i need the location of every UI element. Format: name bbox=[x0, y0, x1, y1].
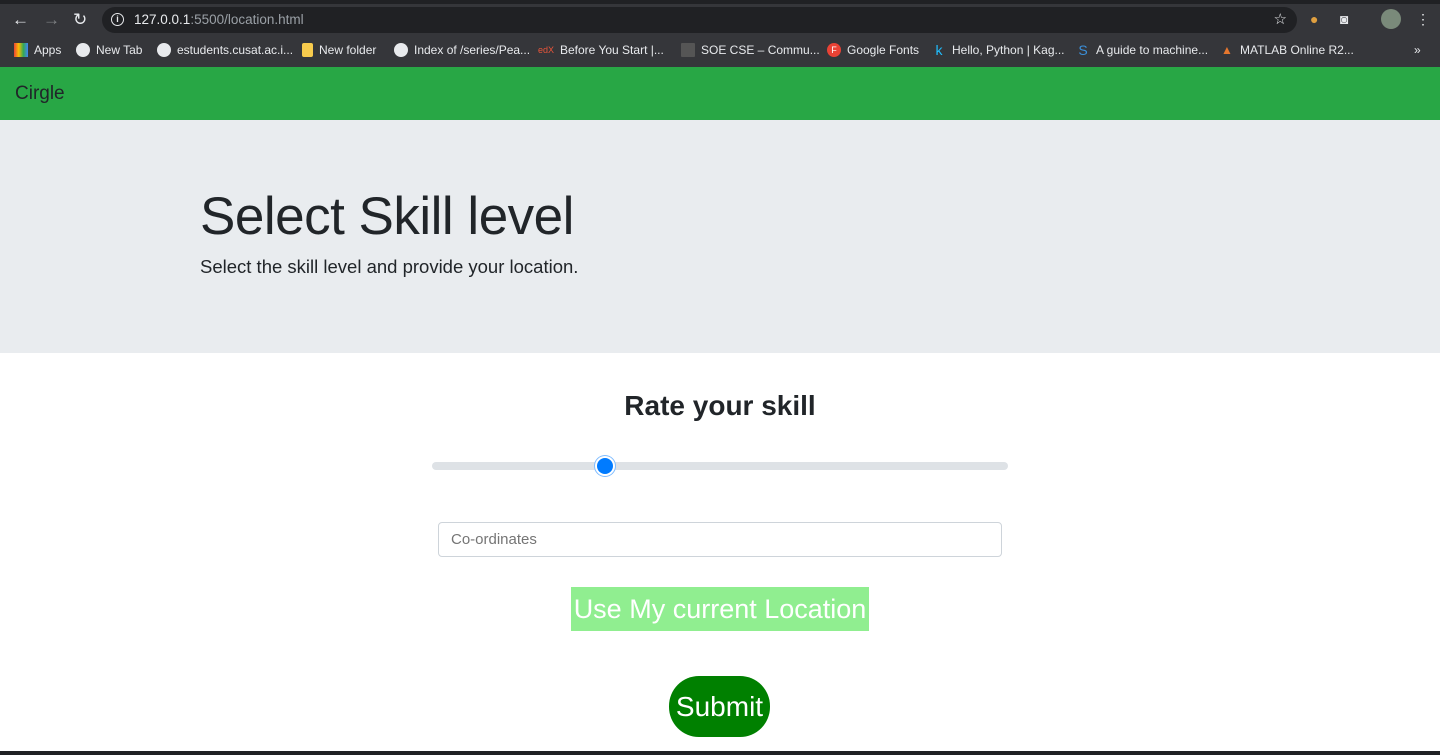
submit-button[interactable]: Submit bbox=[669, 676, 770, 737]
browser-toolbar: ← → ↻ i 127.0.0.1:5500/location.html ☆ ●… bbox=[0, 0, 1440, 38]
bookmark-label: Index of /series/Pea... bbox=[414, 43, 531, 57]
reload-icon[interactable]: ↻ bbox=[73, 10, 87, 30]
globe-icon bbox=[76, 43, 90, 57]
bookmark-guide-ml[interactable]: S A guide to machine... bbox=[1076, 43, 1208, 57]
forward-icon[interactable]: → bbox=[43, 10, 60, 30]
info-icon[interactable]: i bbox=[111, 13, 124, 26]
skill-slider[interactable] bbox=[432, 458, 1008, 474]
bookmark-label: Apps bbox=[34, 43, 62, 57]
bookmark-label: Before You Start |... bbox=[560, 43, 664, 57]
bookmarks-bar: Apps New Tab estudents.cusat.ac.i... New… bbox=[0, 38, 1440, 67]
bookmark-label: estudents.cusat.ac.i... bbox=[177, 43, 294, 57]
address-bar[interactable]: i 127.0.0.1:5500/location.html ☆ bbox=[102, 7, 1297, 33]
coordinates-input[interactable] bbox=[438, 522, 1002, 557]
site-icon bbox=[681, 43, 695, 57]
page-title: Select Skill level bbox=[200, 187, 574, 246]
use-current-location-button[interactable]: Use My current Location bbox=[571, 587, 869, 631]
bookmark-apps[interactable]: Apps bbox=[14, 43, 61, 57]
bookmark-label: SOE CSE – Commu... bbox=[701, 43, 820, 57]
bookmark-soe-cse[interactable]: SOE CSE – Commu... bbox=[681, 43, 820, 57]
bookmark-index-series[interactable]: Index of /series/Pea... bbox=[394, 43, 530, 57]
bookmark-label: New Tab bbox=[96, 43, 143, 57]
skill-slider-thumb[interactable] bbox=[596, 458, 613, 474]
camera-extension-icon[interactable]: ◙ bbox=[1340, 11, 1348, 27]
bookmark-kaggle[interactable]: k Hello, Python | Kag... bbox=[932, 43, 1065, 57]
bookmark-label: A guide to machine... bbox=[1096, 43, 1209, 57]
google-fonts-icon: F bbox=[827, 43, 841, 57]
bookmark-new-folder[interactable]: New folder bbox=[302, 43, 376, 57]
navbar: Cirgle bbox=[0, 67, 1440, 120]
globe-icon bbox=[157, 43, 171, 57]
bookmark-label: MATLAB Online R2... bbox=[1240, 43, 1354, 57]
navbar-brand[interactable]: Cirgle bbox=[15, 83, 65, 105]
folder-icon bbox=[302, 43, 313, 57]
url-path: :5500/location.html bbox=[190, 12, 304, 27]
bookmark-label: Google Fonts bbox=[847, 43, 920, 57]
bookmark-estudents[interactable]: estudents.cusat.ac.i... bbox=[157, 43, 293, 57]
jumbotron: Select Skill level Select the skill leve… bbox=[0, 120, 1440, 353]
cookie-extension-icon[interactable]: ● bbox=[1310, 11, 1318, 27]
globe-icon bbox=[394, 43, 408, 57]
bookmarks-overflow[interactable]: » bbox=[1414, 43, 1421, 57]
back-icon[interactable]: ← bbox=[12, 10, 29, 30]
site-s-icon: S bbox=[1078, 42, 1088, 58]
page-lead: Select the skill level and provide your … bbox=[200, 256, 579, 277]
menu-icon[interactable]: ⋮ bbox=[1416, 11, 1430, 28]
bookmark-google-fonts[interactable]: F Google Fonts bbox=[827, 43, 919, 57]
edx-icon: edX bbox=[538, 45, 555, 55]
rate-skill-heading: Rate your skill bbox=[624, 390, 816, 421]
bookmark-edx[interactable]: edX Before You Start |... bbox=[538, 43, 664, 57]
bookmark-matlab[interactable]: ▲ MATLAB Online R2... bbox=[1220, 43, 1354, 57]
kaggle-icon: k bbox=[935, 42, 943, 58]
apps-icon bbox=[14, 43, 28, 57]
profile-avatar[interactable] bbox=[1381, 9, 1401, 29]
bookmark-star-icon[interactable]: ☆ bbox=[1274, 7, 1287, 33]
tab-strip bbox=[0, 0, 1440, 4]
bookmark-new-tab[interactable]: New Tab bbox=[76, 43, 142, 57]
matlab-icon: ▲ bbox=[1221, 43, 1233, 57]
url-host: 127.0.0.1 bbox=[134, 12, 191, 27]
taskbar-edge bbox=[0, 751, 1440, 755]
bookmark-label: New folder bbox=[319, 43, 377, 57]
bookmark-label: Hello, Python | Kag... bbox=[952, 43, 1065, 57]
